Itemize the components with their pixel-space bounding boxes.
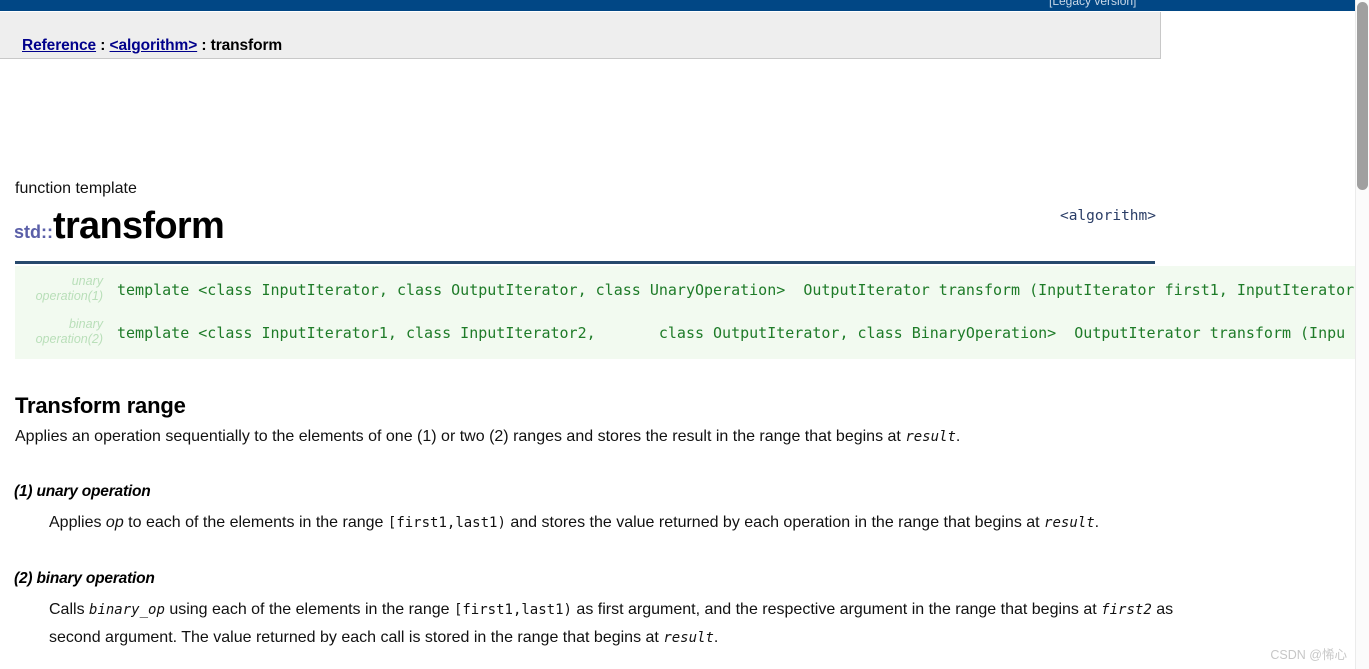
site-topbar: [Legacy version]	[0, 0, 1355, 11]
unary-text-4: .	[1094, 514, 1100, 531]
namespace-prefix: std::	[14, 222, 53, 242]
unary-text-1: Applies	[49, 514, 106, 531]
signature-row-binary: binary operation(2) template <class Inpu…	[15, 311, 1369, 354]
header-tag-label: <algorithm>	[1059, 208, 1156, 224]
signature-label-binary-line1: binary	[68, 317, 103, 331]
signature-label-unary-line2: operation(1)	[35, 289, 103, 303]
subheading-binary-operation: (2) binary operation	[14, 570, 155, 587]
vertical-scrollbar-thumb[interactable]	[1357, 2, 1368, 190]
intro-paragraph: Applies an operation sequentially to the…	[15, 423, 960, 451]
unary-range-first1-last1: [first1,last1)	[387, 515, 506, 531]
unary-text-3: and stores the value returned by each op…	[505, 514, 1045, 531]
binary-text-5: .	[713, 629, 719, 646]
breadcrumb-separator-2: :	[197, 37, 211, 54]
legacy-version-label: [Legacy version]	[1049, 0, 1137, 8]
intro-text-a: Applies an operation sequentially to the…	[15, 428, 906, 445]
breadcrumb-link-algorithm[interactable]: <algorithm>	[110, 37, 198, 54]
binary-range-first1-last1: [first1,last1)	[453, 602, 572, 618]
intro-text-b: .	[955, 428, 961, 445]
vertical-scrollbar-track[interactable]	[1355, 0, 1369, 669]
binary-param-result: result	[663, 630, 714, 646]
description-unary-operation: Applies op to each of the elements in th…	[49, 509, 1179, 537]
page-root: [Legacy version] Reference : <algorithm>…	[0, 0, 1369, 669]
intro-param-result: result	[905, 429, 956, 445]
subheading-unary-operation: (1) unary operation	[14, 483, 151, 500]
watermark: CSDN @悕心	[1270, 648, 1347, 662]
signature-label-binary-line2: operation(2)	[35, 332, 103, 346]
breadcrumb-current-transform: transform	[210, 37, 283, 54]
signature-row-unary: unary operation(1) template <class Input…	[15, 268, 1369, 311]
signature-code-unary: template <class InputIterator, class Out…	[117, 281, 1369, 299]
signature-label-unary: unary operation(1)	[15, 274, 103, 304]
signature-code-block: unary operation(1) template <class Input…	[15, 266, 1369, 359]
signature-code-binary: template <class InputIterator1, class In…	[117, 324, 1346, 342]
binary-text-2: using each of the elements in the range	[164, 601, 454, 618]
breadcrumb-bar: Reference : <algorithm> : transform	[0, 12, 1161, 59]
binary-text-3: as first argument, and the respective ar…	[571, 601, 1102, 618]
entity-kind-label: function template	[15, 180, 137, 197]
function-name: transform	[53, 205, 225, 247]
signature-label-unary-line1: unary	[71, 274, 103, 288]
binary-text-1: Calls	[49, 601, 90, 618]
binary-param-first2: first2	[1101, 602, 1152, 618]
unary-text-2: to each of the elements in the range	[123, 514, 388, 531]
breadcrumb-separator-1: :	[96, 37, 110, 54]
unary-param-result: result	[1044, 515, 1095, 531]
breadcrumb: Reference : <algorithm> : transform	[22, 37, 282, 55]
page-title: std::transform	[14, 205, 225, 248]
section-heading-transform-range: Transform range	[15, 393, 186, 419]
breadcrumb-link-reference[interactable]: Reference	[22, 37, 96, 54]
description-binary-operation: Calls binary_op using each of the elemen…	[49, 596, 1179, 652]
signature-label-binary: binary operation(2)	[15, 317, 103, 347]
title-divider	[15, 261, 1155, 264]
binary-param-binary-op: binary_op	[89, 602, 165, 618]
unary-param-op: op	[105, 514, 124, 531]
